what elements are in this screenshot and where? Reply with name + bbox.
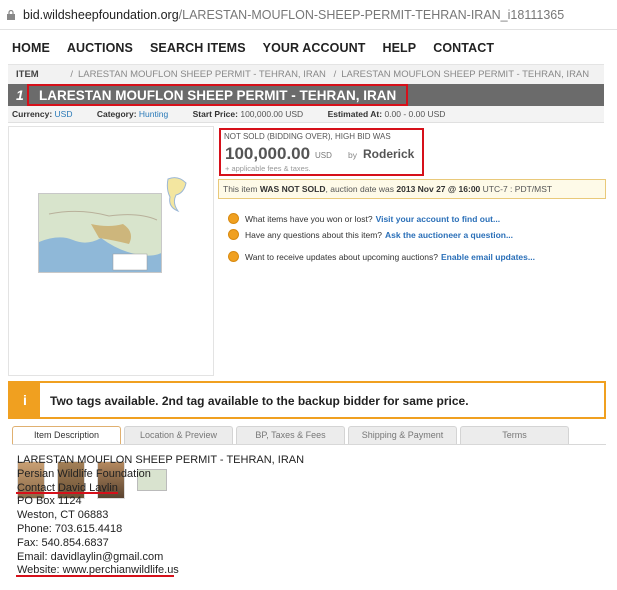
website-underline [16,575,174,577]
breadcrumb-item[interactable]: LARESTAN MOUFLON SHEEP PERMIT - TEHRAN, … [341,69,589,80]
currency-label: Currency: [12,109,53,119]
help-row-won-lost: What items have you won or lost? Visit y… [228,213,500,224]
description-line: Email: davidlaylin@gmail.com [17,550,164,563]
notice-mid: , auction date was [325,184,395,194]
notice-prefix: This item [223,184,258,194]
high-bid-amount: 100,000.00 [225,144,311,163]
breadcrumb: ITEM / LARESTAN MOUFLON SHEEP PERMIT - TE… [8,64,604,84]
arrow-bullet-icon [228,213,239,224]
arrow-bullet-icon [228,229,239,240]
ask-auctioneer-link[interactable]: Ask the auctioneer a question... [385,230,513,240]
fees-note: + applicable fees & taxes. [225,164,311,173]
estimated-value: 0.00 - 0.00 USD [384,109,446,119]
contact-underline [16,492,118,494]
help-row-updates: Want to receive updates about upcoming a… [228,251,535,262]
url-path: /LARESTAN-MOUFLON-SHEEP-PERMIT-TEHRAN-IR… [178,8,565,22]
image-gallery [8,126,214,499]
item-meta: Currency: USD Category: Hunting Start Pr… [8,106,604,123]
bidder-name: Roderick [363,147,415,161]
breadcrumb-label: ITEM [16,69,39,80]
description-line: Weston, CT 06883 [17,509,109,522]
map-illustration [39,194,161,272]
help-text: Want to receive updates about upcoming a… [245,251,438,262]
tab-bp-taxes-fees[interactable]: BP, Taxes & Fees [236,426,345,444]
tag-availability-text: Two tags available. 2nd tag available to… [50,394,469,408]
start-price-value: 100,000.00 USD [240,109,304,119]
help-row-questions: Have any questions about this item? Ask … [228,229,513,240]
category-value[interactable]: Hunting [139,109,168,119]
description-line: PO Box 1124 [17,495,82,508]
auction-date-notice: This item WAS NOT SOLD, auction date was… [218,179,606,199]
inset-map-icon [166,177,187,213]
bid-currency: USD [315,151,332,160]
nav-contact[interactable]: CONTACT [433,41,494,55]
nav-home[interactable]: HOME [12,41,50,55]
bid-by-label: by [348,150,357,160]
tab-item-description[interactable]: Item Description [12,426,121,444]
currency-value[interactable]: USD [55,109,73,119]
tag-availability-banner: i Two tags available. 2nd tag available … [8,381,606,419]
item-tabs: Item Description Location & Preview BP, … [12,426,572,444]
title-highlight-box: LARESTAN MOUFLON SHEEP PERMIT - TEHRAN, … [27,84,409,106]
description-line: Persian Wildlife Foundation [17,467,151,480]
breadcrumb-item[interactable]: LARESTAN MOUFLON SHEEP PERMIT - TEHRAN, … [78,69,326,80]
nav-search-items[interactable]: SEARCH ITEMS [150,41,246,55]
main-nav: HOME AUCTIONS SEARCH ITEMS YOUR ACCOUNT … [12,41,511,55]
visit-account-link[interactable]: Visit your account to find out... [376,214,501,224]
help-text: What items have you won or lost? [245,213,373,224]
url-host: bid.wildsheepfoundation.org [23,8,179,22]
url-text: bid.wildsheepfoundation.org/LARESTAN-MOU… [23,8,564,22]
lock-icon [7,10,15,20]
help-text: Have any questions about this item? [245,229,383,240]
notice-date: 2013 Nov 27 @ 16:00 [396,184,481,194]
item-number: 1 [16,87,24,103]
item-title: LARESTAN MOUFLON SHEEP PERMIT - TEHRAN, … [39,88,397,103]
item-title-bar: 1 LARESTAN MOUFLON SHEEP PERMIT - TEHRAN… [8,84,604,106]
enable-email-link[interactable]: Enable email updates... [441,252,535,262]
estimated-label: Estimated At: [327,109,383,119]
nav-your-account[interactable]: YOUR ACCOUNT [263,41,366,55]
bid-status-box: NOT SOLD (BIDDING OVER), HIGH BID WAS 10… [219,128,424,176]
address-bar[interactable]: bid.wildsheepfoundation.org/LARESTAN-MOU… [0,0,617,30]
description-line: Phone: 703.615.4418 [17,522,123,535]
tab-terms[interactable]: Terms [460,426,569,444]
main-image-map[interactable] [38,193,162,273]
description-line: Fax: 540.854.6837 [17,536,109,549]
arrow-bullet-icon [228,251,239,262]
notice-timezone: UTC-7 : PDT/MST [482,184,553,194]
info-icon: i [10,383,40,417]
start-price-label: Start Price: [192,109,238,119]
tab-divider [12,444,606,445]
nav-auctions[interactable]: AUCTIONS [67,41,133,55]
tab-shipping-payment[interactable]: Shipping & Payment [348,426,457,444]
item-description: LARESTAN MOUFLON SHEEP PERMIT - TEHRAN, … [17,454,304,578]
nav-help[interactable]: HELP [382,41,416,55]
tab-location-preview[interactable]: Location & Preview [124,426,233,444]
description-line: LARESTAN MOUFLON SHEEP PERMIT - TEHRAN, … [17,454,305,466]
category-label: Category: [96,109,137,119]
bid-status: NOT SOLD (BIDDING OVER), HIGH BID WAS [224,132,391,141]
notice-not-sold: WAS NOT SOLD [259,184,326,194]
